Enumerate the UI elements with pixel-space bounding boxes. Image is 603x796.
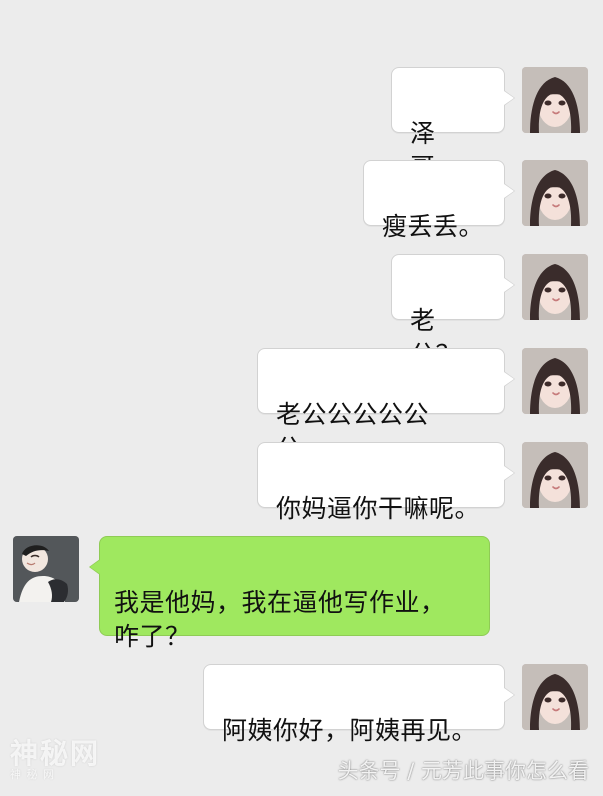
message-row: 泽哥。: [0, 67, 603, 182]
female-avatar-icon: [522, 254, 588, 320]
female-avatar-icon: [522, 442, 588, 508]
message-row: 你妈逼你干嘛呢。: [0, 442, 603, 523]
chat-bubble: 泽哥。: [391, 67, 515, 182]
female-avatar-icon: [522, 664, 588, 730]
male-avatar-icon: [13, 536, 79, 602]
avatar[interactable]: [522, 254, 588, 320]
chat-bubble: 我是他妈，我在逼他写作业， 咋了？: [89, 536, 490, 651]
female-avatar-icon: [522, 67, 588, 133]
message-row: 阿姨你好，阿姨再见。: [0, 664, 603, 745]
message-text: 阿姨你好，阿姨再见。: [222, 716, 478, 745]
chat-bubble: 瘦丢丢。: [363, 160, 515, 241]
avatar[interactable]: [522, 664, 588, 730]
female-avatar-icon: [522, 348, 588, 414]
message-text: 你妈逼你干嘛呢。: [276, 494, 481, 523]
avatar[interactable]: [13, 536, 79, 602]
message-row: 瘦丢丢。: [0, 160, 603, 241]
message-text: 我是他妈，我在逼他写作业， 咋了？: [114, 588, 446, 651]
message-text: 瘦丢丢。: [382, 212, 485, 241]
watermark-subtitle: 神 秘 网: [10, 768, 55, 781]
watermark-text: 头条号 / 元芳此事你怎么看: [337, 759, 589, 783]
chat-bubble: 阿姨你好，阿姨再见。: [203, 664, 515, 745]
avatar[interactable]: [522, 348, 588, 414]
message-row: 我是他妈，我在逼他写作业， 咋了？: [0, 536, 603, 651]
avatar[interactable]: [522, 442, 588, 508]
message-row: 老公公公公公公。。: [0, 348, 603, 463]
female-avatar-icon: [522, 160, 588, 226]
avatar[interactable]: [522, 67, 588, 133]
chat-bubble: 你妈逼你干嘛呢。: [257, 442, 515, 523]
chat-bubble: 老公公公公公公。。: [257, 348, 515, 463]
source-watermark: 头条号 / 元芳此事你怎么看: [338, 755, 589, 785]
chat-bubble: 老公？: [391, 254, 515, 369]
chat-screen: 泽哥。 瘦丢丢。: [0, 0, 603, 796]
avatar[interactable]: [522, 160, 588, 226]
message-row: 老公？: [0, 254, 603, 369]
